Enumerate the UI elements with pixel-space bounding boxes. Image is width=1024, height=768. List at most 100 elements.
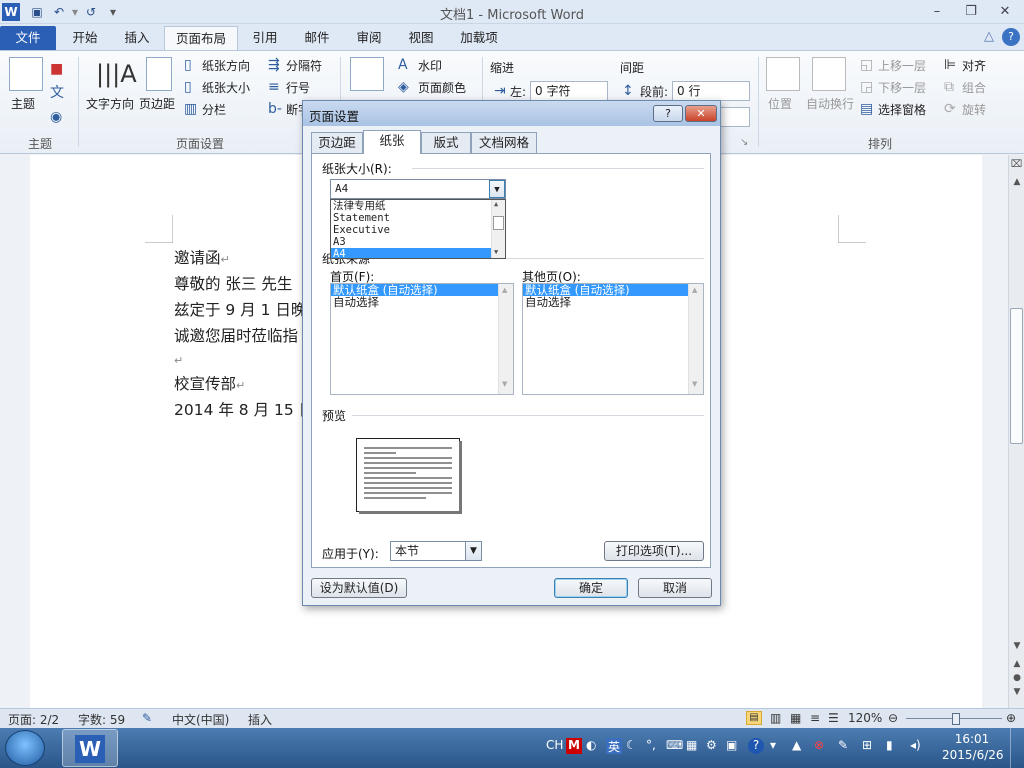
bring-forward-button[interactable]: 上移一层 [878,57,926,74]
other-pages-tray-list[interactable]: 默认纸盒 (自动选择) 自动选择 ▲ ▼ [522,283,704,395]
zoom-in-icon[interactable]: ⊕ [1006,711,1016,725]
hyphenation-icon[interactable]: b- [268,101,282,117]
input-language[interactable]: CH [546,738,563,752]
windows-flag-icon[interactable]: ⊞ [862,738,872,752]
tab-page-layout[interactable]: 页面布局 [164,26,238,50]
watermark-button[interactable]: 水印 [418,57,442,74]
paper-size-dropdown-list[interactable]: 法律专用纸 Statement Executive A3 A4 ▲ ▼ [330,199,506,259]
scroll-down-icon[interactable]: ▼ [692,380,697,388]
zoom-out-icon[interactable]: ⊖ [888,711,898,725]
line-numbers-button[interactable]: 行号 [286,79,310,96]
scroll-up-icon[interactable]: ▲ [494,200,498,208]
bring-forward-icon[interactable]: ◱ [860,57,873,73]
set-default-button[interactable]: 设为默认值(D) [311,578,407,598]
tray-icon[interactable]: ▦ [686,738,697,752]
margins-icon[interactable] [146,57,172,91]
start-button[interactable] [5,730,45,766]
selection-pane-icon[interactable]: ▤ [860,101,873,117]
show-hidden-icons[interactable]: ▲ [792,738,801,752]
dropdown-scrollbar[interactable]: ▲ ▼ [491,200,505,258]
size-button[interactable]: 纸张大小 [202,79,250,96]
doc-line[interactable]: 邀请函↵ [174,246,230,268]
scroll-down-icon[interactable]: ▼ [1011,641,1023,651]
align-button[interactable]: 对齐 [962,57,986,74]
punctuation-icon[interactable]: °, [646,738,656,752]
scroll-down-icon[interactable]: ▼ [494,248,498,256]
help-icon[interactable]: ? [748,738,764,754]
orientation-icon[interactable]: ▯ [184,57,192,73]
tab-layout[interactable]: 版式 [421,132,471,153]
text-direction-button[interactable]: 文字方向 [86,95,134,112]
chevron-down-icon[interactable]: ▼ [465,542,481,560]
chevron-down-icon[interactable]: ▼ [489,180,505,198]
paper-size-combo[interactable]: A4 ▼ [330,179,506,199]
page-color-icon[interactable]: ◈ [398,79,409,95]
tray-icon[interactable]: ⊗ [814,738,824,752]
doc-line[interactable]: 兹定于 9 月 1 日晚 [174,298,306,320]
page-color-button[interactable]: 页面颜色 [418,79,466,96]
wrap-text-button[interactable]: 自动换行 [806,95,854,112]
dropdown-option[interactable]: Executive [331,224,505,236]
tab-mailings[interactable]: 邮件 [294,26,340,50]
dropdown-option[interactable]: 法律专用纸 [331,200,505,212]
margins-button[interactable]: 页边距 [139,95,175,112]
tab-addins[interactable]: 加载项 [450,26,508,50]
scroll-thumb[interactable] [493,216,504,230]
tab-margins[interactable]: 页边距 [311,132,363,153]
clock-date[interactable]: 2015/6/26 [942,748,1004,762]
tab-view[interactable]: 视图 [398,26,444,50]
volume-icon[interactable]: ◂) [910,738,921,752]
ok-button[interactable]: 确定 [554,578,628,598]
web-layout-icon[interactable]: ▦ [790,711,801,725]
minimize-icon[interactable]: – [926,3,948,21]
breaks-button[interactable]: 分隔符 [286,57,322,74]
columns-icon[interactable]: ▥ [184,101,197,117]
zoom-slider-thumb[interactable] [952,713,960,725]
rotate-button[interactable]: 旋转 [962,101,986,118]
doc-line[interactable]: 诚邀您届时莅临指 [174,324,298,346]
tray-icon[interactable]: ⚙ [706,738,717,752]
send-backward-icon[interactable]: ◲ [860,79,873,95]
themes-button[interactable]: 主题 [11,95,35,112]
spacing-before-spinner[interactable]: 0 行 [672,81,750,101]
tray-overflow-icon[interactable]: ▾ [770,738,776,752]
tab-paper[interactable]: 纸张 [363,130,421,154]
list-item[interactable]: 自动选择 [523,296,703,308]
outline-icon[interactable]: ≡ [810,711,820,725]
show-desktop-button[interactable] [1010,728,1024,768]
breaks-icon[interactable]: ⇶ [268,57,280,73]
zoom-level[interactable]: 120% [848,711,882,725]
scroll-up-icon[interactable]: ▲ [502,286,507,294]
tab-file[interactable]: 文件 [0,26,56,50]
cancel-button[interactable]: 取消 [638,578,712,598]
align-icon[interactable]: ⊫ [944,57,956,73]
list-item[interactable]: 自动选择 [331,296,513,308]
theme-effects-icon[interactable]: ◉ [50,109,62,125]
tab-home[interactable]: 开始 [60,26,110,50]
paragraph-dialog-launcher-icon[interactable]: ↘ [740,135,748,151]
line-numbers-icon[interactable]: ≡ [268,79,280,95]
ime-icon[interactable]: M [566,738,582,754]
scroll-thumb[interactable] [1010,308,1023,444]
status-language[interactable]: 中文(中国) [172,711,229,728]
ruler-toggle-icon[interactable]: ⌧ [1010,159,1023,173]
dialog-title-bar[interactable]: 页面设置 ? ✕ [303,101,720,126]
tab-document-grid[interactable]: 文档网格 [471,132,537,153]
selection-pane-button[interactable]: 选择窗格 [878,101,926,118]
status-words[interactable]: 字数: 59 [78,711,125,728]
themes-icon[interactable] [9,57,43,91]
orientation-button[interactable]: 纸张方向 [202,57,250,74]
scroll-up-icon[interactable]: ▲ [1011,177,1023,187]
scroll-up-icon[interactable]: ▲ [692,286,697,294]
theme-colors-icon[interactable]: ■ [50,61,63,77]
rotate-icon[interactable]: ⟳ [944,101,956,117]
ime-mode-icon[interactable]: 英 [606,738,622,754]
size-icon[interactable]: ▯ [184,79,192,95]
wrap-text-icon[interactable] [812,57,846,91]
position-icon[interactable] [766,57,800,91]
vertical-scrollbar[interactable]: ⌧ ▲ ▼ ▲ ● ▼ [1008,155,1024,708]
dropdown-option-selected[interactable]: A4 [331,248,505,258]
close-icon[interactable]: ✕ [994,3,1016,21]
status-mode[interactable]: 插入 [248,711,272,728]
text-direction-icon[interactable]: |||A [96,59,137,89]
